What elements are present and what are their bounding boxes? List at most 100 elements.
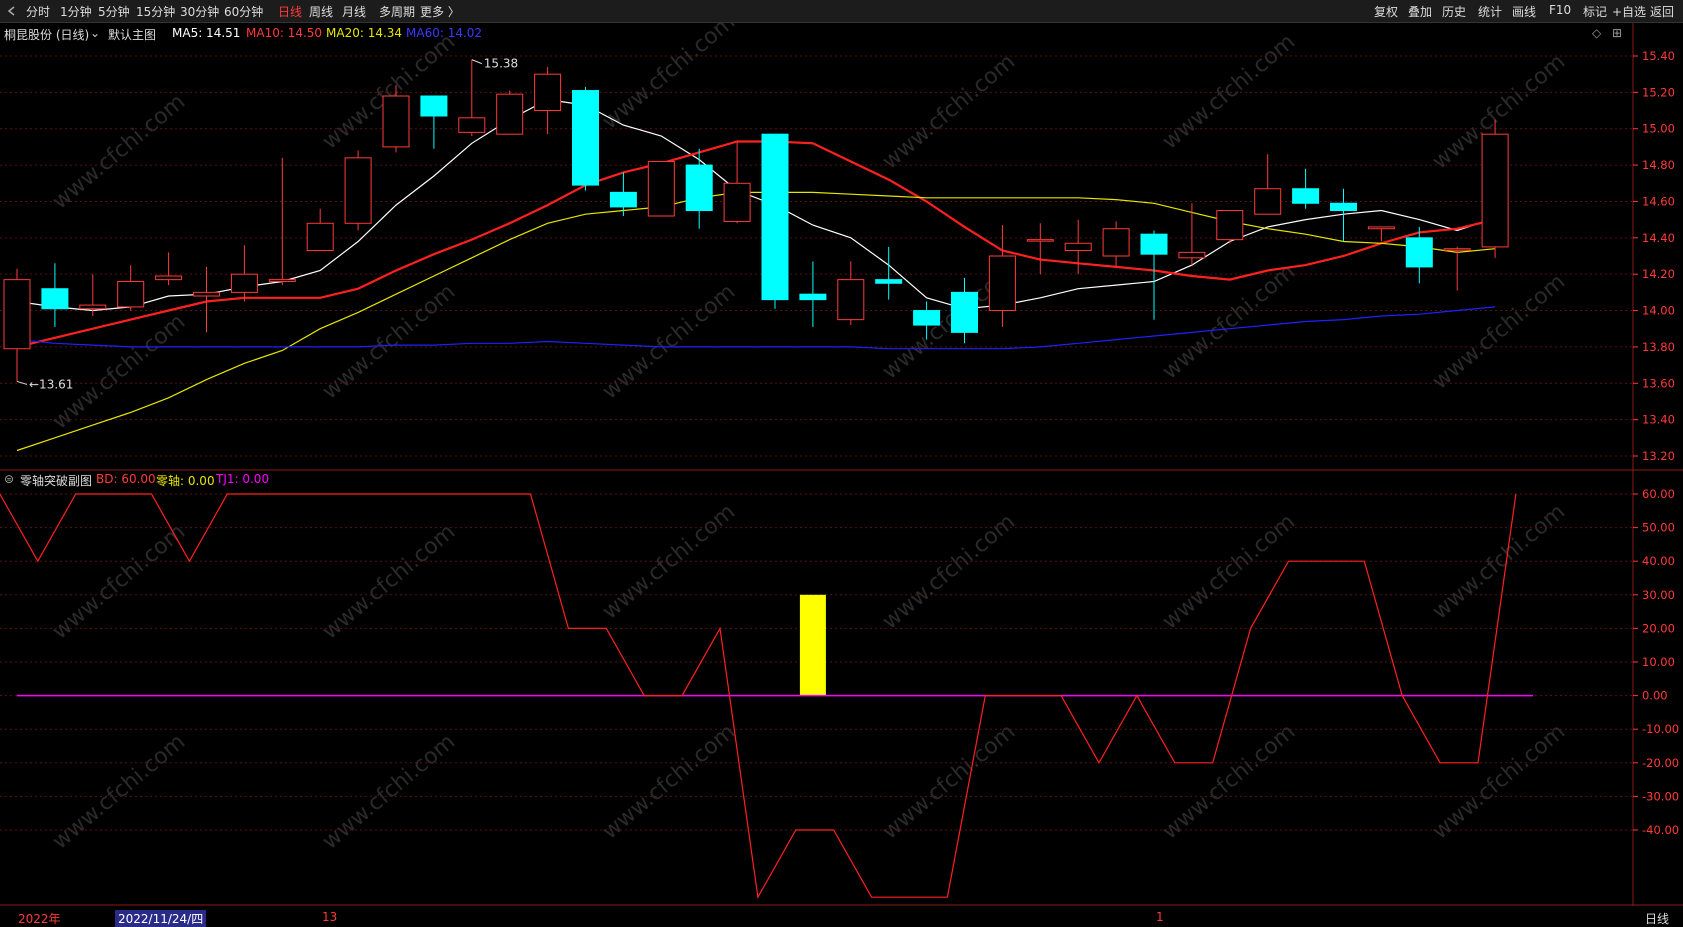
toolbar-button-6[interactable]: 标记 <box>1583 3 1607 20</box>
toolbar-button-5[interactable]: F10 <box>1549 3 1571 17</box>
tab-period-8[interactable]: 月线 <box>342 3 366 20</box>
toolbar-button-4[interactable]: 画线 <box>1512 3 1536 20</box>
candle[interactable] <box>1216 210 1244 244</box>
candle-body <box>799 293 827 301</box>
zero-axis-label: 零轴: 0.00 <box>156 474 215 488</box>
candle[interactable] <box>41 263 69 327</box>
tj1-bar <box>799 594 826 696</box>
candle-body <box>1481 133 1509 248</box>
candle[interactable] <box>230 245 258 302</box>
candle[interactable] <box>572 86 599 191</box>
candle[interactable] <box>268 157 296 286</box>
sub-tick-label: 20.00 <box>1642 621 1675 635</box>
watermark-text: www.cfchi.com <box>318 519 460 644</box>
candle[interactable] <box>1481 119 1509 258</box>
candle-body <box>1443 248 1471 251</box>
candle[interactable] <box>458 59 486 136</box>
main-tick-label: 13.40 <box>1642 413 1675 427</box>
tab-period-2[interactable]: 5分钟 <box>98 3 130 20</box>
candle[interactable] <box>1443 246 1471 291</box>
candle-body <box>1254 188 1282 215</box>
candle-body <box>3 279 31 350</box>
candle[interactable] <box>647 160 675 217</box>
candle-body <box>117 280 145 308</box>
tab-period-10[interactable]: 更多 〉 <box>420 3 460 20</box>
low-price-label: ←13.61 <box>29 377 73 391</box>
candle[interactable] <box>799 261 827 327</box>
toolbar-button-1[interactable]: 叠加 <box>1408 3 1432 20</box>
sub-tick-label: 40.00 <box>1642 554 1675 568</box>
tj1-label: TJ1: 0.00 <box>216 472 270 486</box>
sub-tick-label: 60.00 <box>1642 487 1675 501</box>
sub-tick-label: -40.00 <box>1642 823 1679 837</box>
tab-period-4[interactable]: 30分钟 <box>180 3 219 20</box>
toolbar-button-7[interactable]: +自选 <box>1612 3 1646 20</box>
candlesticks[interactable] <box>3 59 1509 382</box>
chart-canvas[interactable]: www.cfchi.com www.cfchi.com www.cfchi.com w… <box>0 0 1683 906</box>
tab-period-9[interactable]: 多周期 <box>379 3 415 20</box>
candle[interactable] <box>1026 223 1054 275</box>
template-name[interactable]: 默认主图 <box>108 26 156 43</box>
candle[interactable] <box>420 95 448 149</box>
ma20-label: MA20: 14.34 <box>326 26 403 40</box>
candle[interactable] <box>117 265 145 311</box>
tab-period-0[interactable]: 分时 <box>26 3 50 20</box>
candle[interactable] <box>496 90 524 135</box>
date-mark-13: 13 <box>322 910 338 924</box>
candle[interactable] <box>3 268 31 382</box>
tab-period-1[interactable]: 1分钟 <box>60 3 92 20</box>
sub-chart-info: ⊜ 零轴突破副图 BD: 60.00 零轴: 0.00 TJ1: 0.00 <box>0 470 1560 488</box>
tab-period-3[interactable]: 15分钟 <box>136 3 175 20</box>
candle-body <box>268 279 296 282</box>
toolbar-button-8[interactable]: 返回 <box>1650 3 1674 20</box>
tab-period-5[interactable]: 60分钟 <box>224 3 263 20</box>
candle-body <box>382 95 410 148</box>
main-tick-label: 13.60 <box>1642 376 1675 390</box>
candle-body <box>306 222 334 252</box>
candle[interactable] <box>761 133 789 309</box>
candle[interactable] <box>155 252 183 286</box>
chevron-down-icon[interactable]: ⌄ <box>90 26 100 40</box>
diamond-icon[interactable]: ◇ <box>1592 26 1601 40</box>
watermark-text: www.cfchi.com <box>1158 259 1300 384</box>
candle[interactable] <box>306 208 334 252</box>
candle-body <box>1178 251 1206 259</box>
candle[interactable] <box>534 66 562 135</box>
candle[interactable] <box>1102 221 1130 267</box>
candle[interactable] <box>685 148 713 229</box>
tab-period-7[interactable]: 周线 <box>309 3 333 20</box>
back-arrow-icon[interactable] <box>6 5 18 17</box>
candle-body <box>875 279 903 284</box>
sub-title[interactable]: 零轴突破副图 <box>20 472 92 489</box>
sub-tick-label: 50.00 <box>1642 521 1675 535</box>
main-tick-label: 14.80 <box>1642 158 1675 172</box>
candle[interactable] <box>1140 230 1168 320</box>
candle[interactable] <box>1367 226 1395 242</box>
tab-period-6[interactable]: 日线 <box>278 3 302 20</box>
period-label: 日线 <box>1645 912 1670 926</box>
grid-icon[interactable]: ⊞ <box>1612 26 1622 40</box>
candle[interactable] <box>837 261 865 326</box>
candle-body <box>155 275 183 281</box>
main-tick-label: 13.80 <box>1642 340 1675 354</box>
toolbar-button-2[interactable]: 历史 <box>1442 3 1466 20</box>
candle-body <box>534 73 562 112</box>
sub-collapse-icon[interactable]: ⊜ <box>4 472 14 486</box>
candle-body <box>988 255 1016 312</box>
candle[interactable] <box>1064 219 1092 275</box>
watermark-text: www.cfchi.com <box>598 499 740 624</box>
year-label: 2022年 <box>18 912 61 926</box>
candle[interactable] <box>1292 168 1320 209</box>
watermark-text: www.cfchi.com <box>48 89 190 214</box>
sub-tick-label: 10.00 <box>1642 655 1675 669</box>
toolbar-button-3[interactable]: 统计 <box>1478 3 1502 20</box>
candle[interactable] <box>1254 154 1282 215</box>
candle-body <box>685 164 713 212</box>
candle[interactable] <box>344 150 372 231</box>
watermark-text: www.cfchi.com <box>1428 719 1570 844</box>
candle[interactable] <box>1178 203 1206 266</box>
toolbar-button-0[interactable]: 复权 <box>1374 3 1398 20</box>
candle[interactable] <box>988 225 1016 327</box>
date-mark-1: 1 <box>1156 910 1164 924</box>
candle-body <box>913 310 941 326</box>
